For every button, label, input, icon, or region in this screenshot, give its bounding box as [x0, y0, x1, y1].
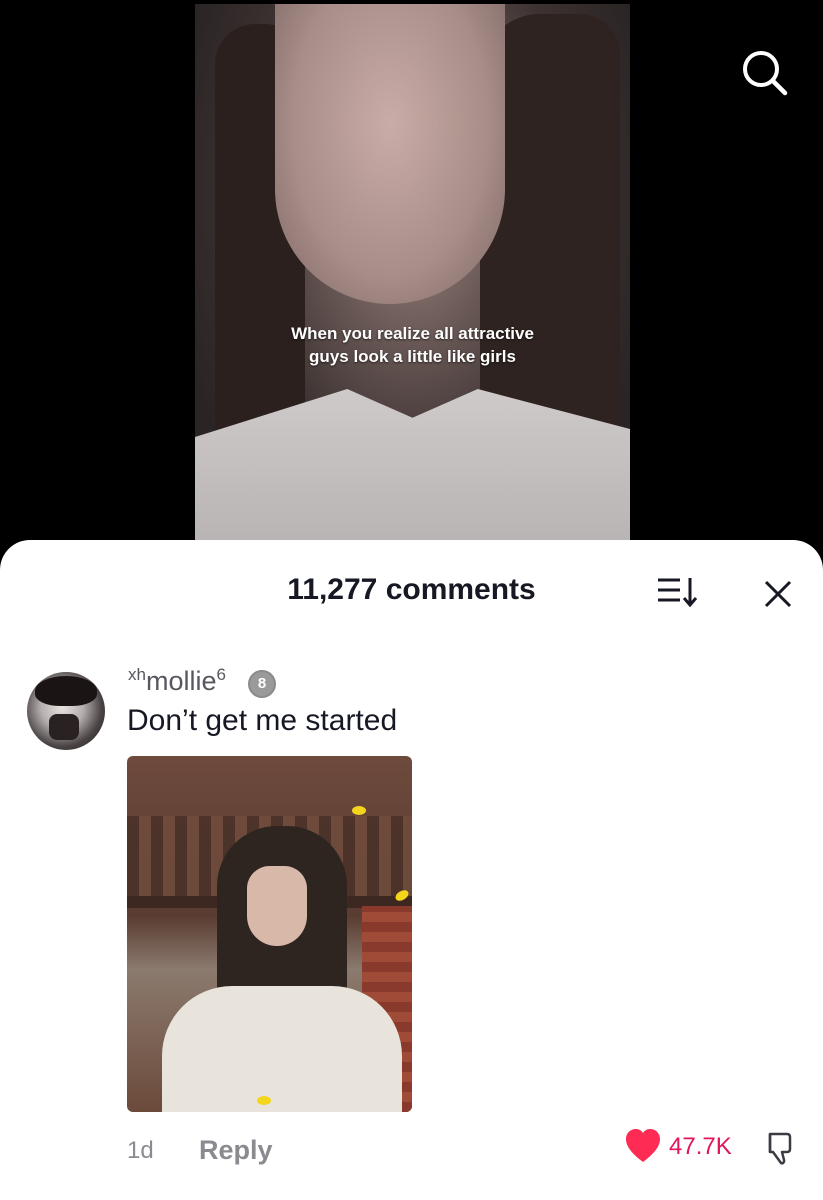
dislike-button[interactable] — [760, 1130, 796, 1166]
reply-button[interactable]: Reply — [199, 1135, 273, 1166]
comment-image[interactable] — [127, 756, 412, 1112]
search-button[interactable] — [740, 48, 790, 98]
close-button[interactable] — [758, 574, 798, 614]
username-prefix: xh — [128, 665, 146, 684]
username-suffix: 6 — [216, 665, 226, 684]
avatar[interactable] — [27, 672, 105, 750]
sort-icon — [658, 578, 698, 608]
comment-username[interactable]: xhmollie6 — [128, 665, 226, 697]
sort-button[interactable] — [656, 574, 700, 610]
video-frame-face — [275, 4, 505, 304]
like-button[interactable] — [624, 1128, 662, 1164]
comment-timestamp: 1d — [127, 1137, 154, 1164]
video-caption-line-2: guys look a little like girls — [309, 347, 516, 366]
like-count: 47.7K — [669, 1133, 732, 1160]
video-caption-line-1: When you realize all attractive — [291, 324, 534, 343]
heart-icon — [626, 1129, 660, 1162]
search-icon — [743, 51, 788, 96]
thumbs-down-icon — [768, 1132, 792, 1165]
comments-sheet: 11,277 comments xhmollie6 8 Don’t get me… — [0, 540, 823, 1200]
comment-text: Don’t get me started — [127, 704, 398, 737]
close-icon — [764, 580, 792, 608]
user-badge: 8 — [248, 670, 276, 698]
video-caption: When you realize all attractive guys loo… — [195, 322, 630, 368]
video-player[interactable]: When you realize all attractive guys loo… — [195, 4, 630, 549]
username-main: mollie — [145, 666, 217, 696]
